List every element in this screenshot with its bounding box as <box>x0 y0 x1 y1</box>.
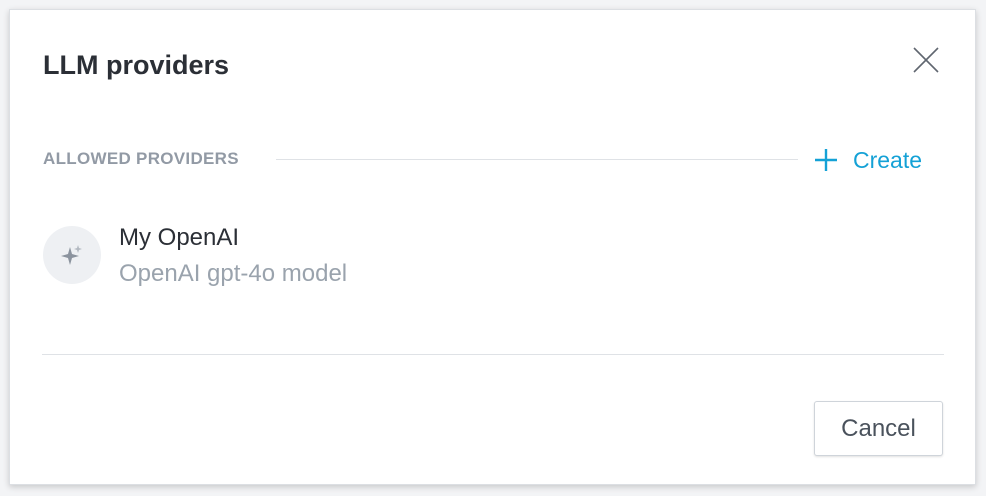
close-button[interactable] <box>909 43 943 77</box>
footer-divider <box>42 354 944 355</box>
dialog-title: LLM providers <box>43 50 230 80</box>
llm-providers-dialog: LLM providers ALLOWED PROVIDERS Create M… <box>9 9 976 485</box>
sparkle-icon <box>61 245 82 265</box>
provider-model: OpenAI gpt-4o model <box>119 260 348 287</box>
allowed-providers-header: ALLOWED PROVIDERS Create <box>43 145 933 175</box>
create-button[interactable]: Create <box>813 145 922 175</box>
provider-avatar <box>43 226 101 284</box>
provider-name: My OpenAI <box>119 224 240 251</box>
section-divider <box>276 159 798 160</box>
close-icon <box>913 47 939 73</box>
section-label: ALLOWED PROVIDERS <box>43 149 239 168</box>
provider-item[interactable]: My OpenAI OpenAI gpt-4o model <box>43 222 543 302</box>
cancel-button[interactable]: Cancel <box>814 401 943 456</box>
create-label: Create <box>853 146 923 173</box>
plus-icon <box>815 149 837 171</box>
